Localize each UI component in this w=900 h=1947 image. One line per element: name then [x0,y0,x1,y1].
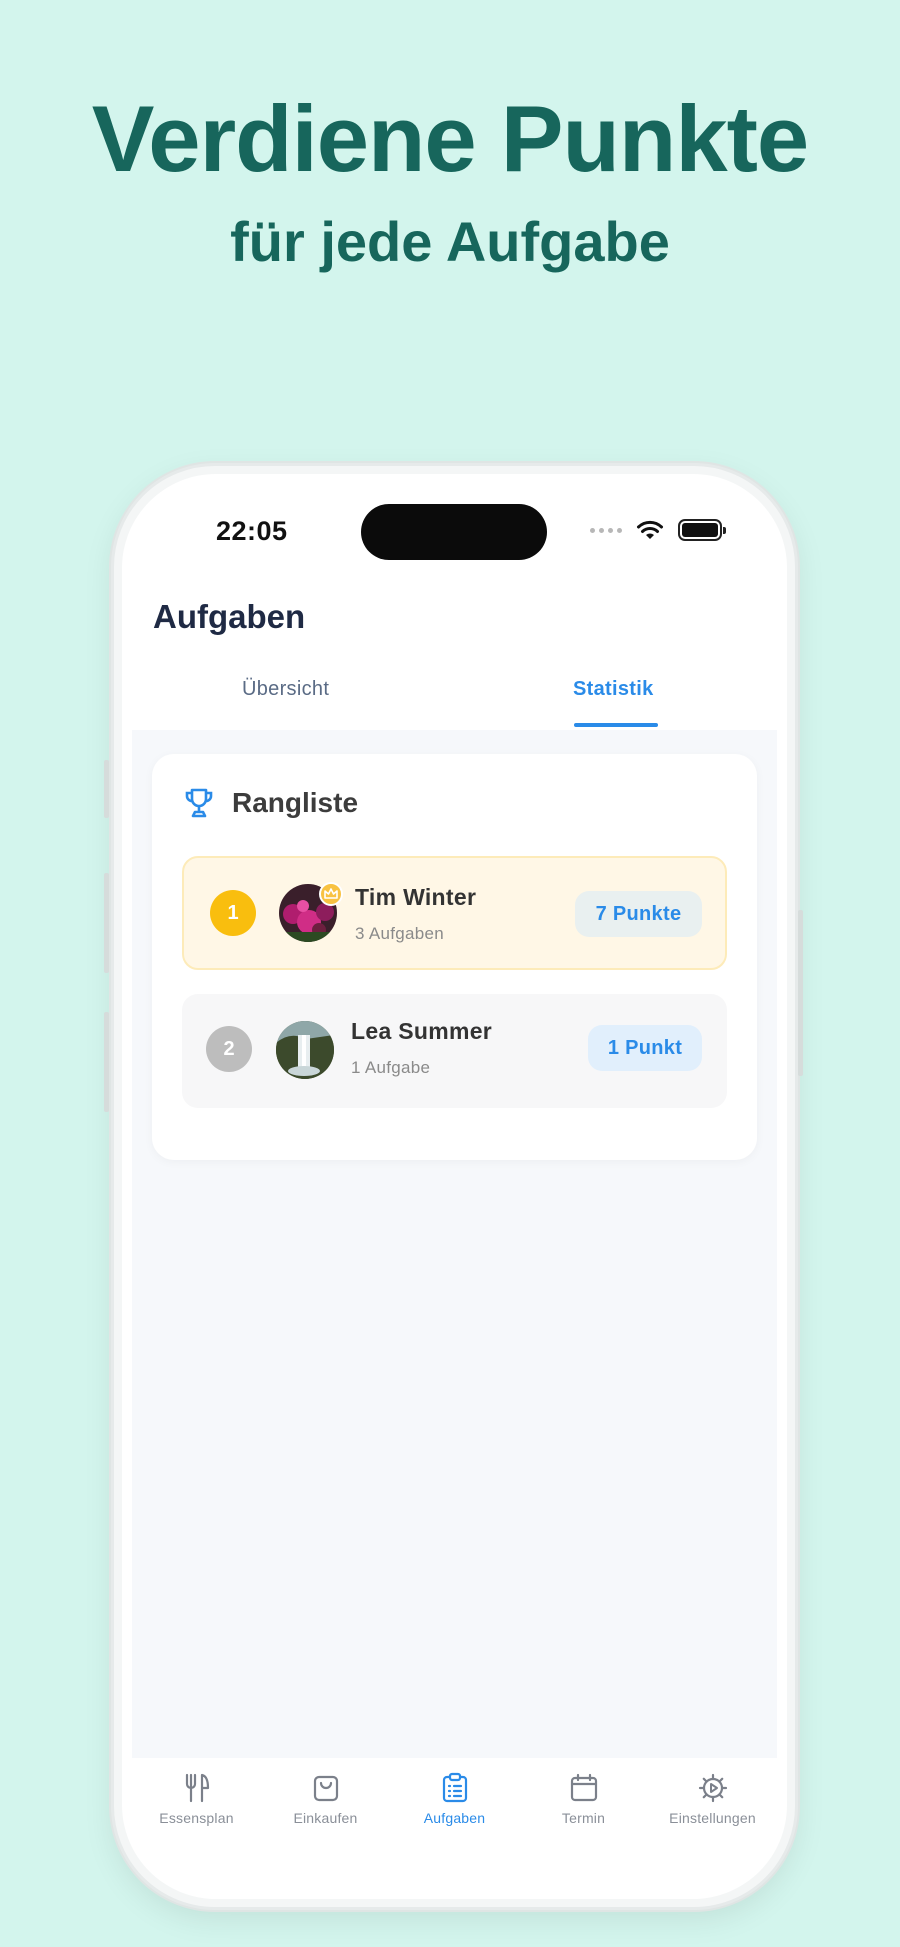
leaderboard-row[interactable]: 1 Tim Winter 3 Aufgaben 7 Punkte [182,856,727,970]
leaderboard-title: Rangliste [232,787,359,818]
avatar [276,1021,334,1079]
nav-label: Termin [561,1810,606,1826]
rank-badge: 2 [206,1026,252,1072]
nav-item-aufgaben[interactable]: Aufgaben [395,1758,515,1858]
active-tab-indicator [574,723,658,727]
tab-statistics[interactable]: Statistik [573,678,654,701]
nav-label: Einstellungen [669,1810,756,1826]
player-name: Tim Winter [355,884,477,910]
phone-volume-up [104,873,109,973]
leaderboard-header: Rangliste [182,786,358,820]
player-name: Lea Summer [351,1018,493,1044]
phone-volume-down [104,1012,109,1112]
status-icons [590,518,726,542]
leaderboard-card: Rangliste 1 Tim Winter 3 Aufgaben 7 Punk… [152,754,757,1160]
nav-label: Einkaufen [293,1810,358,1826]
nav-item-einstellungen[interactable]: Einstellungen [653,1758,773,1858]
clipboard-list-icon [442,1772,467,1803]
phone-power-button [798,910,803,1076]
calendar-icon [570,1773,597,1802]
points-badge: 1 Punkt [588,1025,702,1071]
shopping-bag-icon [313,1775,338,1802]
fork-knife-icon [185,1773,209,1803]
phone-screen: 22:05 Aufgaben Übersicht Statistik Rangl… [122,474,787,1899]
bottom-nav: Essensplan Einkaufen Aufgaben Termin Ein… [122,1758,787,1858]
nav-label: Essensplan [159,1810,234,1826]
battery-icon [678,519,726,541]
tab-overview[interactable]: Übersicht [242,678,329,701]
dynamic-island [361,504,547,560]
promo-subline: für jede Aufgabe [230,210,670,273]
trophy-icon [185,788,213,818]
promo-headline: Verdiene Punkte [91,86,809,191]
page-title: Aufgaben [153,598,306,635]
gear-icon [698,1773,727,1803]
nav-item-essensplan[interactable]: Essensplan [137,1758,257,1858]
status-time: 22:05 [216,516,288,546]
phone-side-button [104,760,109,818]
leaderboard-row[interactable]: 2 Lea Summer 1 Aufgabe 1 Punkt [182,994,727,1108]
nav-item-termin[interactable]: Termin [524,1758,644,1858]
statistics-content: Rangliste 1 Tim Winter 3 Aufgaben 7 Punk… [132,730,777,1758]
points-badge: 7 Punkte [575,891,702,937]
wifi-icon [637,520,663,539]
nav-item-einkaufen[interactable]: Einkaufen [266,1758,386,1858]
signal-icon [590,527,622,533]
task-count: 3 Aufgaben [355,924,445,943]
rank-badge: 1 [210,890,256,936]
crown-icon [319,882,343,906]
task-count: 1 Aufgabe [351,1058,431,1077]
nav-label: Aufgaben [423,1810,486,1826]
